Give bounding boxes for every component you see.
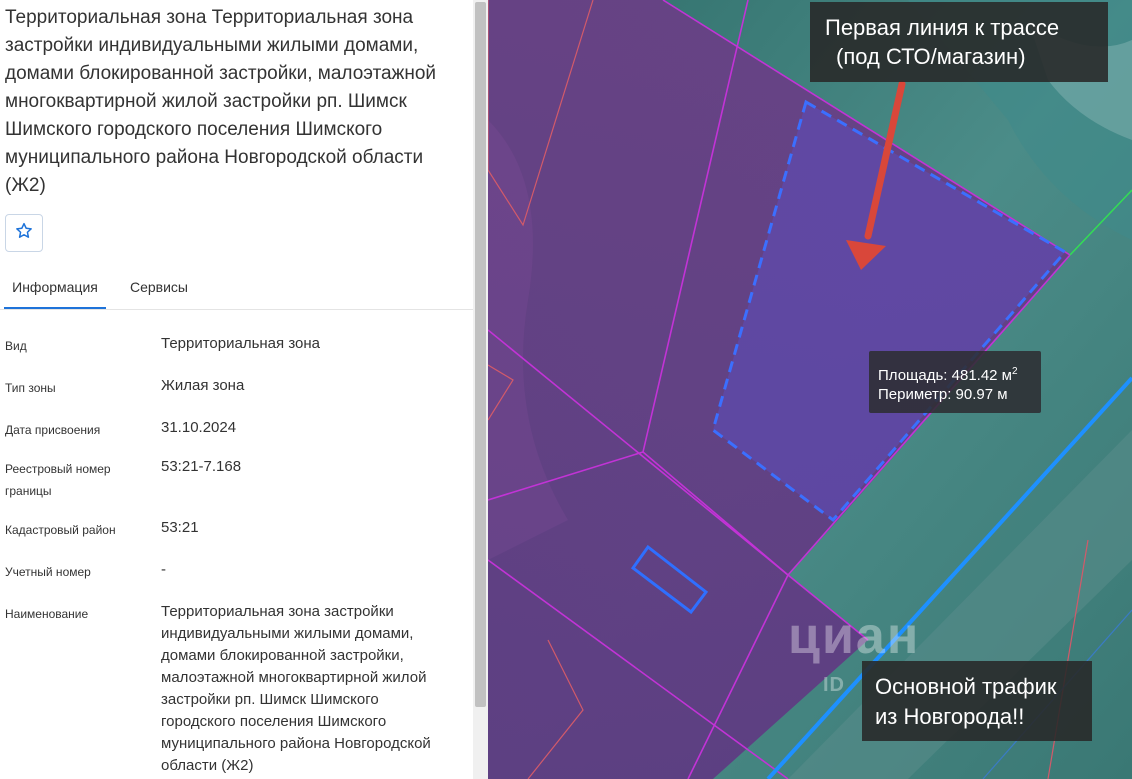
tab-information[interactable]: Информация xyxy=(4,270,106,309)
row-label-cadastral-district: Кадастровый район xyxy=(5,523,116,537)
tab-bar: Информация Сервисы xyxy=(0,270,473,310)
row-label-type: Вид xyxy=(5,339,27,353)
row-value-type: Территориальная зона xyxy=(161,335,320,352)
area-readout: Площадь: 481.42 м2 xyxy=(878,362,1018,386)
area-text: Площадь: 481.42 м xyxy=(878,367,1012,384)
row-label-date: Дата присвоения xyxy=(5,423,101,437)
watermark-brand: циан xyxy=(788,607,921,665)
callout-bottom-line2: из Новгорода!! xyxy=(875,704,1025,729)
favorite-button[interactable] xyxy=(5,214,43,252)
watermark-id: ID xyxy=(823,674,845,696)
panel-scrollbar[interactable] xyxy=(473,0,488,779)
callout-first-line: Первая линия к трассе (под СТО/магазин) xyxy=(810,2,1108,82)
scrollbar-thumb[interactable] xyxy=(475,2,486,707)
zone-title: Территориальная зона Территориальная зон… xyxy=(5,7,437,196)
row-label-account-number: Учетный номер xyxy=(5,565,91,579)
callout-bottom-line1: Основной трафик xyxy=(875,674,1057,699)
perimeter-readout: Периметр: 90.97 м xyxy=(878,386,1008,403)
row-label-name: Наименование xyxy=(5,607,89,621)
area-unit-superscript: 2 xyxy=(1012,366,1018,377)
info-panel: Территориальная зона Территориальная зон… xyxy=(0,0,473,779)
callout-main-traffic: Основной трафик из Новгорода!! xyxy=(862,661,1092,741)
cian-watermark: циан ID xyxy=(788,606,921,696)
callout-top-line2: (под СТО/магазин) xyxy=(836,44,1026,69)
row-value-date: 31.10.2024 xyxy=(161,419,237,436)
row-value-zone-type: Жилая зона xyxy=(161,377,245,394)
row-value-registry-number: 53:21-7.168 xyxy=(161,458,242,475)
measurement-tooltip: Площадь: 481.42 м2 Периметр: 90.97 м xyxy=(869,351,1041,413)
map-view[interactable]: циан ID Первая линия к трассе (под СТО/м… xyxy=(488,0,1132,779)
tab-services[interactable]: Сервисы xyxy=(120,270,198,307)
callout-top-line1: Первая линия к трассе xyxy=(825,15,1060,40)
star-icon xyxy=(14,221,34,246)
row-label-zone-type: Тип зоны xyxy=(5,381,56,395)
row-value-cadastral-district: 53:21 xyxy=(161,519,199,536)
row-label-registry-number: Реестровый номер границы xyxy=(5,462,111,498)
row-value-account-number: - xyxy=(161,561,166,578)
row-value-name: Территориальная зона застройки индивидуа… xyxy=(161,603,431,774)
